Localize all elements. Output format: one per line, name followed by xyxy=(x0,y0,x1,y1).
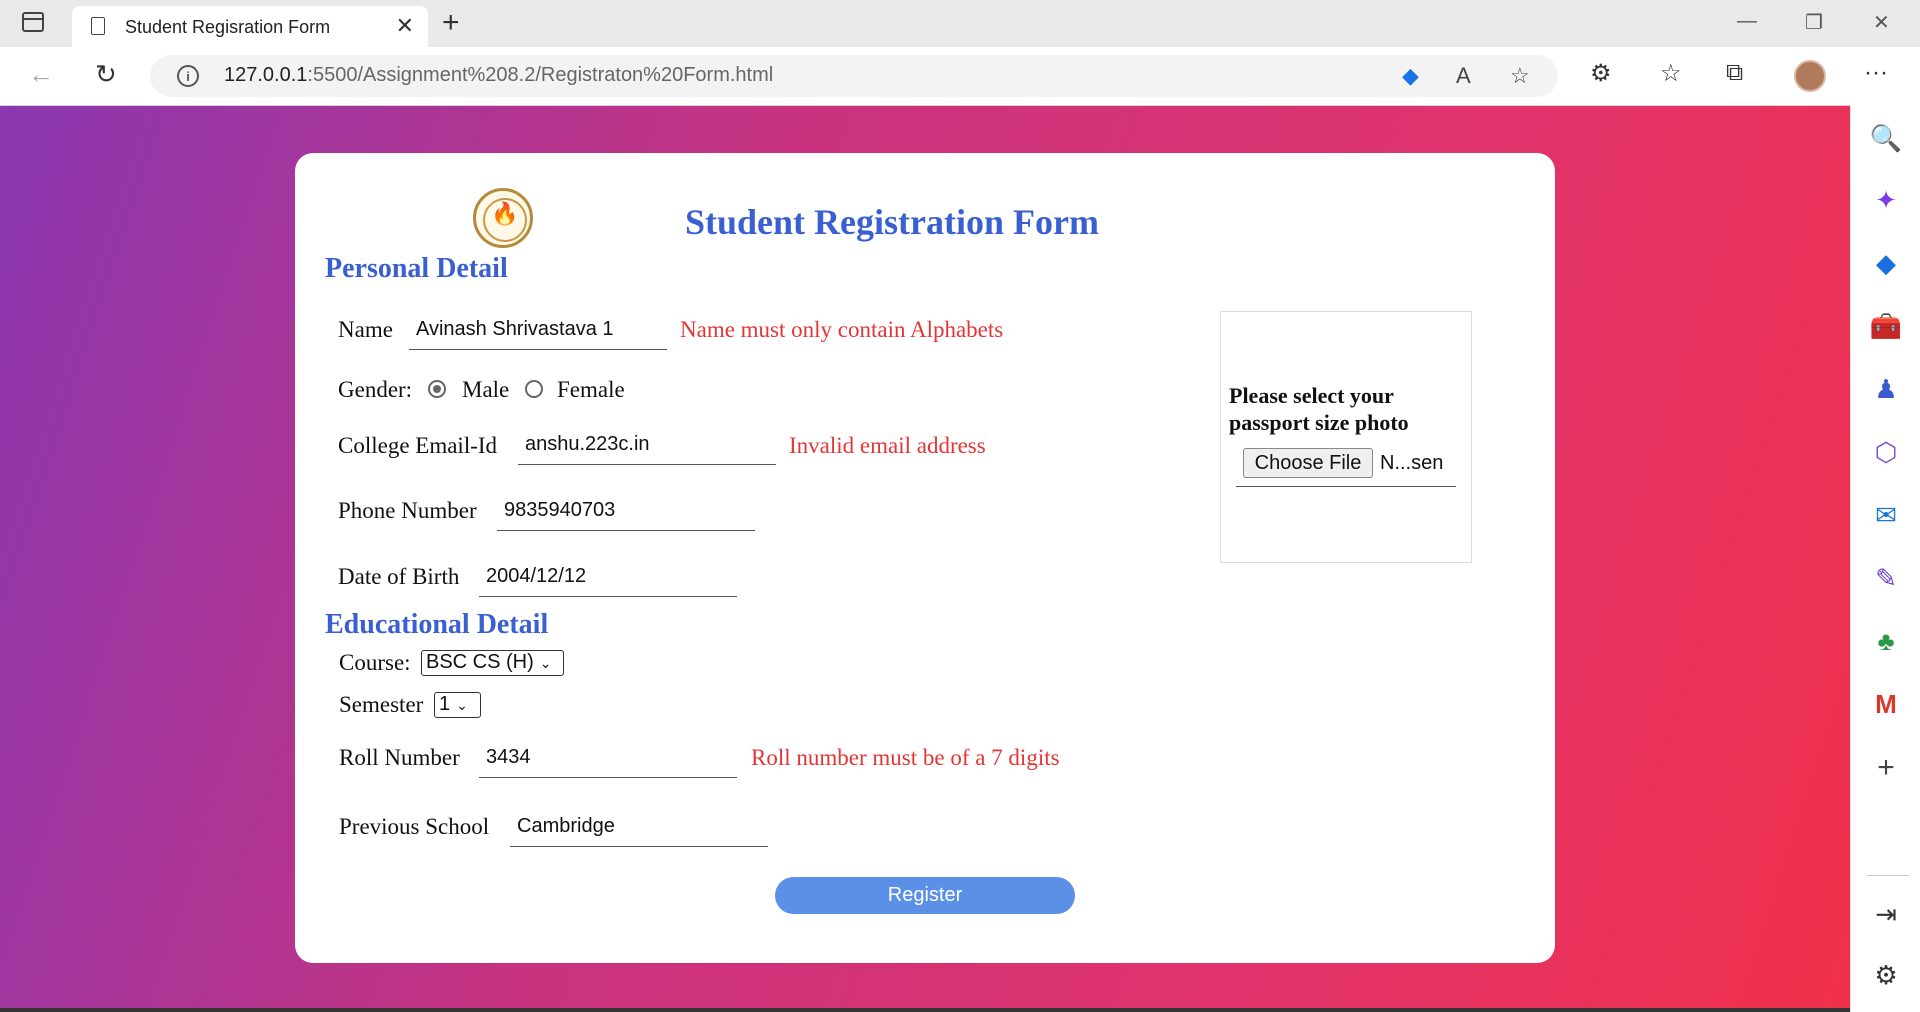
name-label: Name xyxy=(338,317,393,342)
toolbar: ← ↻ i 127.0.0.1:5500/Assignment%208.2/Re… xyxy=(0,47,1920,106)
gender-male-label: Male xyxy=(462,377,510,402)
tab-title: Student Regisration Form xyxy=(125,17,331,37)
gender-male-radio[interactable] xyxy=(428,380,446,398)
window-bottom-edge xyxy=(0,1008,1850,1012)
gender-female-radio[interactable] xyxy=(525,380,543,398)
settings-gear-icon[interactable]: ⚙ xyxy=(1851,960,1920,991)
collections-icon[interactable]: ⧉ xyxy=(1726,59,1743,87)
minimize-button[interactable]: — xyxy=(1737,10,1757,33)
favorites-icon[interactable]: ☆ xyxy=(1660,59,1682,88)
shopping-tag-icon[interactable]: ◆ xyxy=(1851,248,1920,279)
outlook-icon[interactable]: ✉ xyxy=(1851,500,1920,531)
designer-icon[interactable]: ✎ xyxy=(1851,563,1920,594)
register-button[interactable]: Register xyxy=(775,877,1075,914)
name-input[interactable] xyxy=(409,310,667,350)
roll-number-label: Roll Number xyxy=(339,745,460,770)
email-input[interactable] xyxy=(518,425,776,465)
semester-label: Semester xyxy=(339,692,424,717)
tree-icon[interactable]: ♣ xyxy=(1851,626,1920,657)
address-bar[interactable]: i 127.0.0.1:5500/Assignment%208.2/Regist… xyxy=(150,55,1558,97)
chevron-down-icon: ⌄ xyxy=(456,696,468,713)
gmail-icon[interactable]: M xyxy=(1851,689,1920,720)
active-tab[interactable]: Student Regisration Form ✕ xyxy=(72,6,428,47)
dob-input[interactable] xyxy=(479,557,737,597)
university-logo xyxy=(473,188,533,248)
sidebar-divider xyxy=(1867,875,1909,876)
gender-label: Gender: xyxy=(338,377,413,402)
close-tab-icon[interactable]: ✕ xyxy=(396,13,414,39)
roll-number-input[interactable] xyxy=(479,738,737,778)
site-info-icon[interactable]: i xyxy=(177,65,199,87)
search-icon[interactable]: 🔍 xyxy=(1851,123,1920,154)
add-sidebar-app-icon[interactable]: + xyxy=(1851,751,1920,785)
coupon-tag-icon[interactable]: ◆ xyxy=(1402,63,1419,89)
phone-input[interactable] xyxy=(497,491,755,531)
tools-icon[interactable]: 🧰 xyxy=(1851,311,1920,342)
reload-button[interactable]: ↻ xyxy=(95,59,117,90)
semester-select[interactable]: 1 ⌄ xyxy=(434,692,481,718)
hide-sidebar-icon[interactable]: ⇥ xyxy=(1851,899,1920,930)
dob-label: Date of Birth xyxy=(338,564,460,589)
semester-selected-value: 1 xyxy=(439,693,451,715)
course-selected-value: BSC CS (H) xyxy=(426,651,534,673)
previous-school-label: Previous School xyxy=(339,814,490,839)
photo-label: Please select your passport size photo xyxy=(1229,383,1409,435)
edge-sidebar: 🔍 ✦ ◆ 🧰 ♟ ⬡ ✉ ✎ ♣ M + ⇥ ⚙ xyxy=(1850,105,1920,1012)
file-status: N...sen xyxy=(1380,452,1444,474)
close-window-button[interactable]: ✕ xyxy=(1873,10,1890,35)
tab-actions-icon[interactable] xyxy=(22,12,44,32)
extensions-icon[interactable]: ⚙ xyxy=(1590,59,1612,88)
file-input[interactable]: Choose File N...sen xyxy=(1236,448,1456,487)
url-text[interactable]: 127.0.0.1:5500/Assignment%208.2/Registra… xyxy=(224,64,773,87)
page-viewport: Student Registration Form Personal Detai… xyxy=(0,106,1850,1012)
photo-upload-box: Please select your passport size photo Ch… xyxy=(1220,311,1472,563)
registration-form: Student Registration Form Personal Detai… xyxy=(295,153,1555,963)
profile-avatar[interactable] xyxy=(1794,60,1826,92)
restore-button[interactable]: ❐ xyxy=(1805,10,1823,35)
new-tab-button[interactable]: + xyxy=(442,6,460,40)
form-title: Student Registration Form xyxy=(685,202,1099,242)
email-label: College Email-Id xyxy=(338,433,498,458)
copilot-icon[interactable]: ✦ xyxy=(1851,185,1920,216)
back-button[interactable]: ← xyxy=(28,59,54,90)
educational-detail-heading: Educational Detail xyxy=(325,609,549,640)
choose-file-button[interactable]: Choose File xyxy=(1243,448,1373,478)
microsoft-365-icon[interactable]: ⬡ xyxy=(1851,437,1920,468)
more-menu-icon[interactable]: ··· xyxy=(1864,59,1888,87)
previous-school-input[interactable] xyxy=(510,807,768,847)
tab-strip: Student Regisration Form ✕ + — ❐ ✕ xyxy=(0,0,1920,47)
name-error: Name must only contain Alphabets xyxy=(680,317,1004,342)
add-favorite-icon[interactable]: ☆ xyxy=(1510,63,1530,89)
games-icon[interactable]: ♟ xyxy=(1851,374,1920,405)
phone-label: Phone Number xyxy=(338,498,477,523)
course-label: Course: xyxy=(339,650,411,675)
chevron-down-icon: ⌄ xyxy=(539,654,552,671)
personal-detail-heading: Personal Detail xyxy=(325,253,508,284)
gender-female-label: Female xyxy=(557,377,625,402)
email-error: Invalid email address xyxy=(789,433,986,458)
course-select[interactable]: BSC CS (H) ⌄ xyxy=(421,650,564,676)
page-icon xyxy=(91,17,105,35)
read-aloud-icon[interactable]: A xyxy=(1456,63,1471,89)
roll-number-error: Roll number must be of a 7 digits xyxy=(751,745,1060,770)
